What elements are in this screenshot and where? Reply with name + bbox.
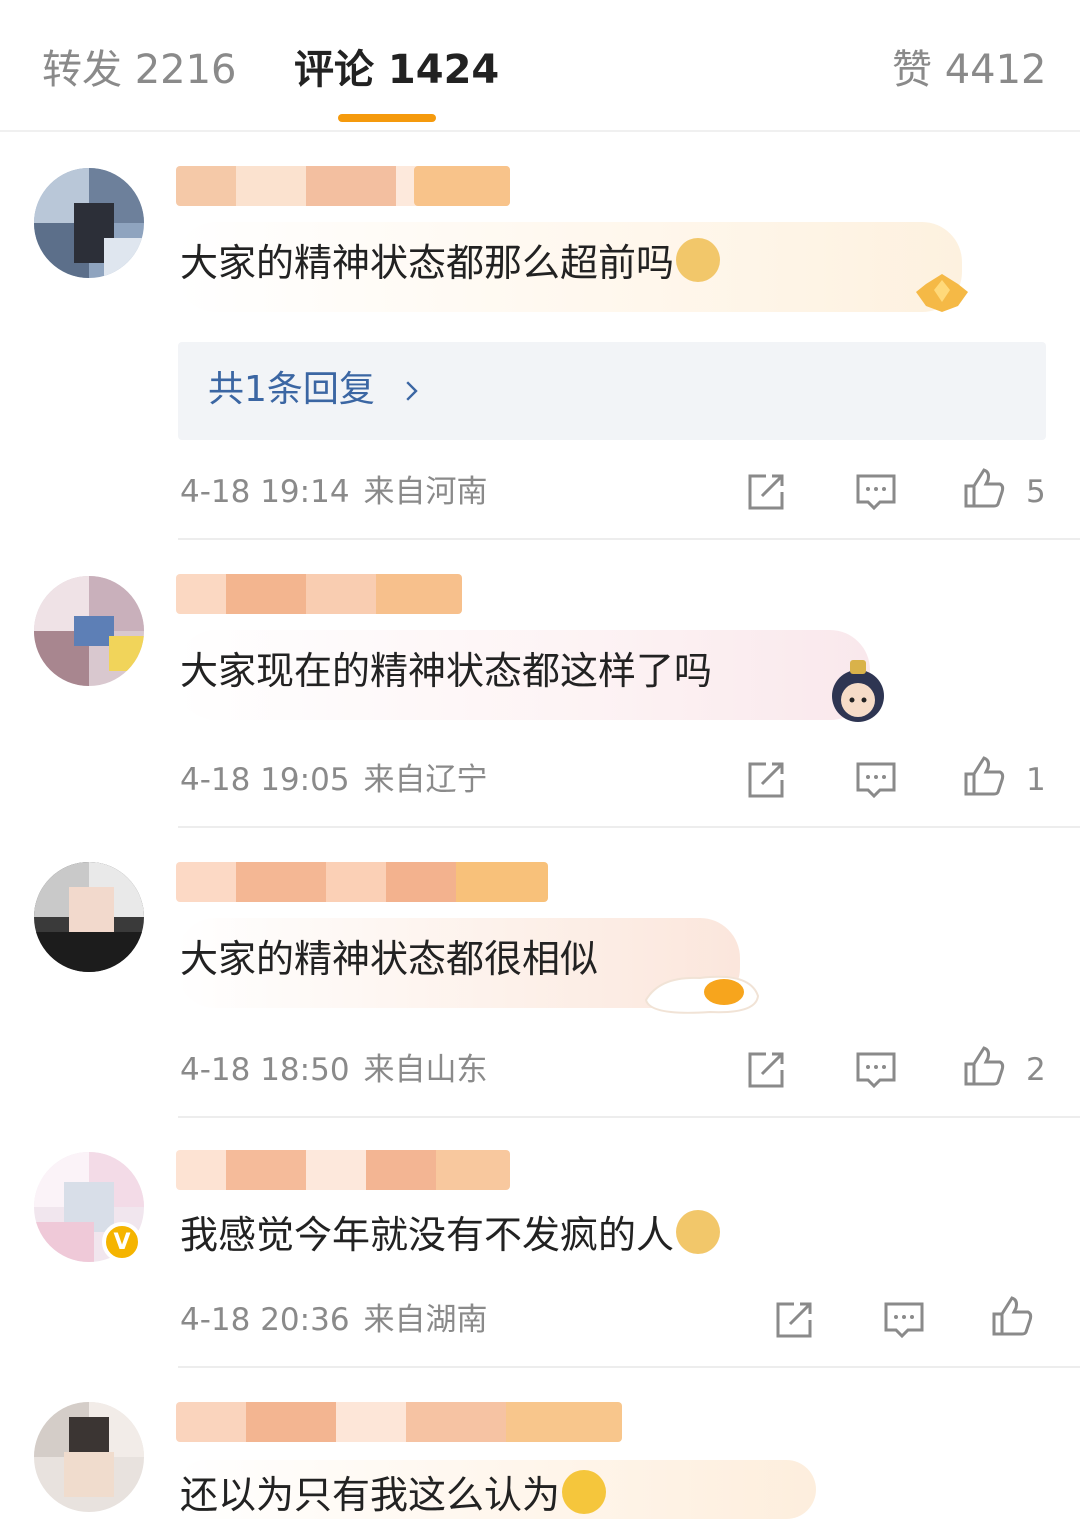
share-icon[interactable] (744, 470, 788, 514)
active-tab-indicator (338, 114, 436, 122)
comment-text: 还以为只有我这么认为 (180, 1470, 607, 1519)
thumbs-up-icon[interactable] (990, 1294, 1034, 1338)
like-count: 5 (1026, 474, 1046, 510)
username-redacted[interactable] (176, 862, 548, 902)
chevron-right-icon (404, 364, 420, 416)
timestamp: 4-18 19:14 (180, 474, 350, 510)
divider (178, 538, 1080, 540)
user-badge-redacted (414, 166, 510, 206)
location: 来自辽宁 (363, 762, 488, 798)
comment-meta: 4-18 19:14 来自河南 (180, 470, 488, 514)
comment-meta: 4-18 20:36 来自湖南 (180, 1298, 488, 1342)
comment-meta: 4-18 19:05 来自辽宁 (180, 758, 488, 802)
avatar[interactable] (34, 862, 144, 972)
like-count: 2 (1026, 1052, 1046, 1088)
crown-badge-icon (912, 270, 972, 314)
avatar[interactable] (34, 1402, 144, 1512)
comment-text: 大家现在的精神状态都这样了吗 (180, 649, 713, 693)
share-icon[interactable] (772, 1298, 816, 1342)
timestamp: 4-18 19:05 (180, 762, 350, 798)
character-sticker-icon (822, 656, 892, 730)
location: 来自山东 (363, 1052, 488, 1088)
avatar[interactable] (34, 168, 144, 278)
comment-icon[interactable] (854, 758, 898, 802)
comment-text: 我感觉今年就没有不发疯的人 (180, 1210, 721, 1260)
doge-emoji (676, 238, 721, 282)
avatar[interactable] (34, 576, 144, 686)
view-replies-link[interactable]: 共1条回复 (208, 364, 420, 416)
reply-summary-box[interactable]: 共1条回复 (178, 342, 1046, 440)
comment-text: 大家的精神状态都很相似 (180, 937, 599, 981)
laugh-cry-emoji (562, 1470, 607, 1514)
doge-emoji (676, 1210, 721, 1254)
tab-comments[interactable]: 评论 1424 (294, 42, 499, 98)
username-redacted[interactable] (176, 574, 462, 614)
timestamp: 4-18 18:50 (180, 1052, 350, 1088)
thumbs-up-icon[interactable] (962, 466, 1006, 510)
share-icon[interactable] (744, 758, 788, 802)
timestamp: 4-18 20:36 (180, 1302, 350, 1338)
tab-repost[interactable]: 转发 2216 (42, 42, 237, 98)
divider (178, 1366, 1080, 1368)
thumbs-up-icon[interactable] (962, 1044, 1006, 1088)
fried-egg-sticker-icon (640, 966, 764, 1018)
like-count: 1 (1026, 762, 1046, 798)
verified-badge-icon: V (102, 1222, 142, 1262)
tab-likes[interactable]: 赞 4412 (892, 42, 1047, 98)
tab-bar: 转发 2216 评论 1424 赞 4412 (0, 0, 1080, 132)
divider (178, 1116, 1080, 1118)
comment-meta: 4-18 18:50 来自山东 (180, 1048, 488, 1092)
username-redacted[interactable] (176, 1402, 622, 1442)
share-icon[interactable] (744, 1048, 788, 1092)
comment-text: 大家的精神状态都那么超前吗 (180, 238, 721, 288)
username-redacted[interactable] (176, 1150, 510, 1190)
thumbs-up-icon[interactable] (962, 754, 1006, 798)
divider (178, 826, 1080, 828)
comment-icon[interactable] (854, 1048, 898, 1092)
location: 来自河南 (363, 474, 488, 510)
location: 来自湖南 (363, 1302, 488, 1338)
comment-icon[interactable] (882, 1298, 926, 1342)
comment-icon[interactable] (854, 470, 898, 514)
